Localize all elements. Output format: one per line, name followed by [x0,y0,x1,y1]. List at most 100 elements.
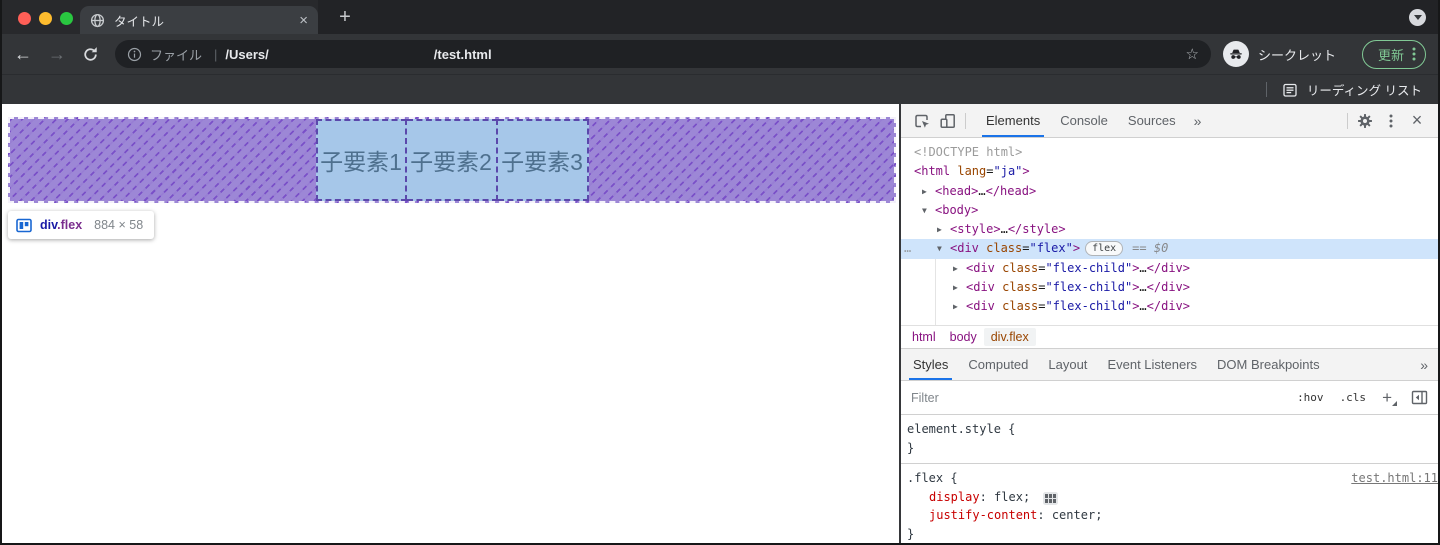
dom-tree-row[interactable]: ▶ <style>…</style> [901,220,1438,239]
collapsed-arrow-icon[interactable]: ▶ [937,220,950,239]
inspect-element-icon[interactable] [909,108,935,134]
css-property-name: display [929,489,980,504]
bookmarks-bar: リーディング リスト [2,74,1438,104]
code-token: … [1000,222,1008,237]
breadcrumb-item-body[interactable]: body [943,328,984,346]
css-property-name: justify-content [929,508,1038,522]
devtools-panel: Elements Console Sources » × <!DOCTYPE h… [901,104,1438,543]
row-overflow-ellipsis[interactable]: … [904,239,911,258]
device-toolbar-icon[interactable] [935,108,961,134]
toggle-cls-button[interactable]: .cls [1340,391,1367,404]
dom-tree-row[interactable]: ▶ <div class="flex-child">…</div> [901,278,1438,297]
code-token: "flex-child" [1045,280,1133,295]
kebab-menu-icon[interactable] [1378,108,1404,134]
code-token: <body> [935,202,979,217]
dom-tree-row[interactable]: ▶ <head>…</head> [901,182,1438,201]
address-bar[interactable]: ファイル | /Users/ /test.html ☆ [115,40,1211,68]
css-property-value: center [1051,508,1096,522]
devtools-tab-elements[interactable]: Elements [976,104,1050,137]
sidebar-tab-event-listeners[interactable]: Event Listeners [1097,349,1207,380]
code-token: </div> [1146,299,1191,314]
css-declaration[interactable]: justify-content: center; [907,506,1438,525]
bookmarks-separator [1265,82,1267,97]
code-token: "flex" [1029,241,1073,256]
dom-tree-row[interactable]: ▼ <body> [901,201,1438,220]
expanded-arrow-icon[interactable]: ▼ [922,201,935,220]
breadcrumb-item-div.flex[interactable]: div.flex [983,328,1036,346]
code-token: class [986,241,1023,256]
collapsed-arrow-icon[interactable]: ▶ [953,278,966,297]
collapsed-arrow-icon[interactable]: ▶ [922,182,935,201]
rule-selector: .flex [907,471,944,485]
close-window-button[interactable] [18,12,31,25]
element-style-selector: element.style [907,422,1001,436]
dom-tree: <!DOCTYPE html> <html lang="ja"> ▶ <head>…<… [901,138,1438,325]
dom-tree-row[interactable]: ▶ <div class="flex-child">…</div> [901,259,1438,278]
incognito-label: シークレット [1257,47,1336,63]
url-separator: | [214,46,218,62]
devtools-tab-console[interactable]: Console [1050,104,1118,137]
new-tab-button[interactable]: + [332,4,358,30]
bookmark-star-icon[interactable]: ☆ [1186,45,1199,63]
tab-close-icon[interactable]: × [299,13,308,28]
sidebar-tab-styles[interactable]: Styles [903,349,958,380]
more-sidebar-tabs-button[interactable]: » [1412,349,1438,380]
incognito-indicator: シークレット [1222,41,1336,67]
back-button[interactable]: ← [14,45,32,63]
sidebar-toggle-icon[interactable] [1411,390,1428,405]
devtools-tab-sources[interactable]: Sources [1118,104,1186,137]
css-semicolon: ; [1022,489,1031,504]
new-style-rule-button[interactable]: + [1382,388,1397,408]
code-token: > [1072,241,1081,256]
info-icon[interactable] [127,47,142,62]
browser-tab[interactable]: タイトル × [80,6,318,34]
code-token: </div> [1146,280,1191,295]
page-viewport: 子要素1 子要素2 子要素3 div.flex 884 × 58 [2,104,901,543]
more-panels-button[interactable]: » [1186,113,1210,129]
sidebar-tab-dom-breakpoints[interactable]: DOM Breakpoints [1207,349,1330,380]
sidebar-tab-layout[interactable]: Layout [1038,349,1097,380]
code-token: "flex-child" [1045,299,1133,314]
toggle-hov-button[interactable]: :hov [1297,391,1324,404]
flex-child-box: 子要素2 [406,119,498,201]
code-token: <div [966,299,1003,314]
flex-style-rule[interactable]: test.html:11 .flex { display: flex; just… [901,463,1438,543]
kebab-menu-icon[interactable] [1412,46,1416,62]
maximize-window-button[interactable] [60,12,73,25]
tooltip-dimensions: 884 × 58 [94,218,144,232]
element-breadcrumb: html body div.flex [901,325,1438,348]
code-token: </div> [1146,260,1191,275]
css-declaration[interactable]: display: flex; [907,488,1438,507]
reload-button[interactable] [82,46,99,63]
css-property-value: flex [994,489,1023,504]
dom-tree-row[interactable]: <html lang="ja"> [901,162,1438,181]
sidebar-tab-computed[interactable]: Computed [958,349,1038,380]
breadcrumb-item-html[interactable]: html [905,328,943,346]
tooltip-class: .flex [57,218,83,232]
style-source-link[interactable]: test.html:11 [1351,469,1438,488]
code-token: … [1139,260,1147,275]
selected-node-annotation: == $0 [1132,241,1169,256]
minimize-window-button[interactable] [39,12,52,25]
expanded-arrow-icon[interactable]: ▼ [937,239,950,258]
dom-tree-row[interactable]: <!DOCTYPE html> [901,143,1438,162]
reading-list-label[interactable]: リーディング リスト [1307,80,1422,99]
flex-child-box: 子要素3 [497,119,589,201]
tooltip-tag: div [40,218,58,232]
dom-tree-row[interactable]: … ▼ <div class="flex"> flex == $0 [901,239,1438,259]
sidebar-tabs: Styles Computed Layout Event Listeners DOM B… [901,348,1438,381]
dom-tree-row[interactable]: ▶ <div class="flex-child">…</div> [901,297,1438,316]
update-browser-button[interactable]: 更新 [1361,39,1426,69]
reading-list-icon [1282,82,1298,98]
element-style-rule[interactable]: element.style { } [901,415,1438,463]
collapsed-arrow-icon[interactable]: ▶ [953,259,966,278]
gear-icon[interactable] [1352,108,1378,134]
styles-filter-input[interactable] [911,390,1282,405]
flex-editor-icon[interactable] [1043,491,1059,505]
close-devtools-icon[interactable]: × [1404,110,1430,131]
collapsed-arrow-icon[interactable]: ▶ [953,297,966,316]
code-token: "ja" [993,164,1023,179]
tab-strip-background [318,0,1438,34]
tab-search-button[interactable] [1409,9,1426,26]
flex-badge[interactable]: flex [1085,241,1124,257]
